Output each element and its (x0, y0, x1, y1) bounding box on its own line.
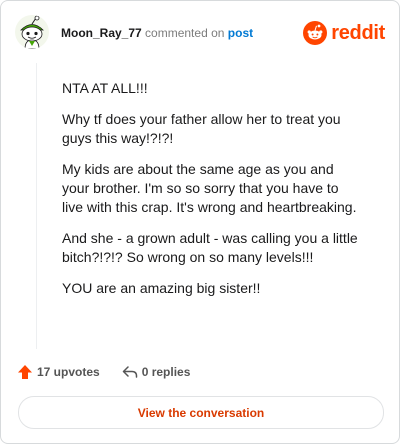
comment-paragraph: YOU are an amazing big sister!! (62, 280, 261, 296)
thread-line (36, 63, 37, 349)
reply-arrow-icon (122, 366, 137, 378)
reddit-wordmark: reddit (331, 21, 385, 44)
comment-header: Moon_Ray_77 commented on post reddit (15, 15, 385, 55)
comment-body: NTA AT ALL!!! Why tf does your father al… (62, 79, 362, 310)
comment-paragraph: NTA AT ALL!!! (62, 80, 148, 96)
snoo-avatar-icon[interactable] (15, 15, 49, 49)
comment-meta: Moon_Ray_77 commented on post (61, 26, 253, 40)
reddit-logo-icon (303, 21, 328, 45)
comment-paragraph: Why tf does your father allow her to tre… (62, 111, 341, 146)
reddit-brand[interactable]: reddit (303, 20, 385, 46)
reply-count: 0 replies (141, 365, 191, 379)
upvote-action[interactable]: 17 upvotes (17, 364, 100, 380)
reply-action[interactable]: 0 replies (122, 364, 191, 380)
comment-actions: 17 upvotes 0 replies (17, 362, 212, 382)
comment-embed-card: Moon_Ray_77 commented on post reddit NTA… (0, 0, 400, 444)
username-link[interactable]: Moon_Ray_77 (61, 26, 142, 40)
view-conversation-button[interactable]: View the conversation (18, 396, 384, 429)
upvote-arrow-icon (18, 365, 32, 379)
post-link[interactable]: post (228, 26, 253, 40)
upvote-count: 17 upvotes (37, 365, 100, 379)
commented-on-text: commented on (145, 26, 225, 40)
comment-paragraph: My kids are about the same age as you an… (62, 161, 357, 215)
comment-paragraph: And she - a grown adult - was calling yo… (62, 230, 358, 265)
